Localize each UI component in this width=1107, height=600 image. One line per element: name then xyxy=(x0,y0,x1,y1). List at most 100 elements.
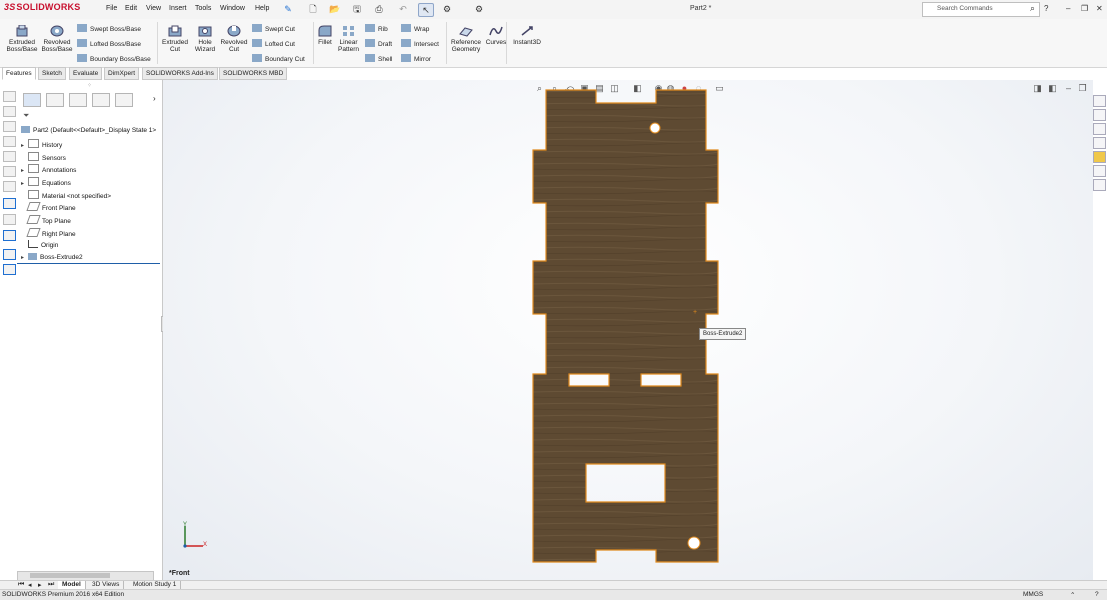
tab-solidworks-mbd[interactable]: SOLIDWORKS MBD xyxy=(219,67,288,80)
curves-button[interactable]: Curves xyxy=(485,25,507,46)
options-icon[interactable]: ⚙ xyxy=(472,3,486,15)
revolved-cut-button[interactable]: Revolved Cut xyxy=(219,25,249,53)
mounting-hole[interactable] xyxy=(649,122,661,134)
close-icon[interactable]: ✕ xyxy=(1096,4,1103,13)
featuremanager-tab-icon[interactable] xyxy=(23,93,41,107)
hole-wizard-button[interactable]: Hole Wizard xyxy=(191,25,219,53)
expand-icon[interactable]: ▸ xyxy=(21,180,28,187)
dimxpertmanager-tab-icon[interactable] xyxy=(92,93,110,107)
rollback-bar[interactable] xyxy=(17,263,160,264)
open-icon[interactable]: 📂 xyxy=(328,3,342,15)
home-icon[interactable] xyxy=(1093,95,1106,107)
scroll-next-icon[interactable]: ▸ xyxy=(38,581,42,589)
viewport-minimize-icon[interactable]: – xyxy=(1063,83,1074,93)
menu-window[interactable]: Window xyxy=(220,5,245,12)
sketch-icon[interactable] xyxy=(3,198,16,209)
tab-model[interactable]: Model xyxy=(58,581,86,589)
save-icon[interactable]: 🖫 xyxy=(350,3,364,15)
tree-item-annotations[interactable]: ▸ Annotations xyxy=(21,164,76,174)
expand-icon[interactable]: ▸ xyxy=(21,254,28,261)
tree-item-origin[interactable]: Origin xyxy=(21,240,58,249)
scroll-last-icon[interactable]: ⏭ xyxy=(48,581,54,589)
chevron-right-icon[interactable]: › xyxy=(153,94,156,103)
appearances-icon[interactable] xyxy=(1093,151,1106,163)
tab-sketch[interactable]: Sketch xyxy=(38,67,66,80)
fillet-button[interactable]: Fillet xyxy=(315,25,335,46)
units-dropdown-icon[interactable]: ⌃ xyxy=(1070,591,1075,599)
strip-icon[interactable] xyxy=(3,214,16,225)
revolved-boss-base-button[interactable]: Revolved Boss/Base xyxy=(40,25,74,53)
viewport-tile-icon[interactable]: ◧ xyxy=(1047,83,1058,93)
mirror-button[interactable]: Mirror xyxy=(401,54,431,63)
new-document-icon[interactable]: 🗋 xyxy=(306,3,320,15)
search-icon[interactable]: ⌕ xyxy=(1030,3,1035,14)
rib-button[interactable]: Rib xyxy=(365,24,388,33)
scroll-first-icon[interactable]: ⏮ xyxy=(18,581,24,589)
lofted-cut-button[interactable]: Lofted Cut xyxy=(252,39,295,48)
rebuild-icon[interactable]: ⚙ xyxy=(440,3,454,15)
tree-item-top-plane[interactable]: Top Plane xyxy=(21,215,71,225)
menu-file[interactable]: File xyxy=(106,5,117,12)
menu-insert[interactable]: Insert xyxy=(169,5,187,12)
extruded-boss-base-button[interactable]: Extruded Boss/Base xyxy=(4,25,40,53)
swept-boss-base-button[interactable]: Swept Boss/Base xyxy=(77,24,141,33)
custom-properties-icon[interactable] xyxy=(1093,165,1106,177)
expand-icon[interactable]: ▸ xyxy=(21,142,28,149)
extruded-cut-button[interactable]: Extruded Cut xyxy=(160,25,190,53)
scroll-prev-icon[interactable]: ◂ xyxy=(28,581,32,589)
tab-motion-study-1[interactable]: Motion Study 1 xyxy=(129,581,182,589)
displaymanager-tab-icon[interactable] xyxy=(115,93,133,107)
intersect-button[interactable]: Intersect xyxy=(401,39,439,48)
propertymanager-tab-icon[interactable] xyxy=(46,93,64,107)
configurationmanager-tab-icon[interactable] xyxy=(69,93,87,107)
tab-solidworks-add-ins[interactable]: SOLIDWORKS Add-Ins xyxy=(142,67,218,80)
instant3d-button[interactable]: Instant3D xyxy=(511,25,543,46)
filter-icon[interactable]: ⏷ xyxy=(23,111,29,121)
file-explorer-icon[interactable] xyxy=(1093,137,1106,149)
tree-item-history[interactable]: ▸ History xyxy=(21,139,62,149)
panel-grip-icon[interactable]: ⁘ xyxy=(87,82,92,89)
menu-edit[interactable]: Edit xyxy=(125,5,137,12)
mounting-hole[interactable] xyxy=(687,536,701,550)
select-icon[interactable]: ↖ xyxy=(418,3,434,17)
expand-icon[interactable]: ▸ xyxy=(21,167,28,174)
boundary-cut-button[interactable]: Boundary Cut xyxy=(252,54,305,63)
solidworks-logo[interactable]: 3SSOLIDWORKS xyxy=(4,2,80,12)
tree-root[interactable]: Part2 (Default<<Default>_Display State 1… xyxy=(21,126,156,134)
display-icon[interactable] xyxy=(3,230,16,241)
menu-view[interactable]: View xyxy=(146,5,161,12)
lofted-boss-base-button[interactable]: Lofted Boss/Base xyxy=(77,39,141,48)
tree-item-material[interactable]: Material <not specified> xyxy=(21,190,111,200)
tab-3d-views[interactable]: 3D Views xyxy=(88,581,125,589)
resources-icon[interactable] xyxy=(1093,109,1106,121)
search-commands[interactable]: Search Commands ⌕ xyxy=(922,2,1040,17)
viewport-restore-icon[interactable]: ❐ xyxy=(1077,83,1088,93)
restore-icon[interactable]: ❐ xyxy=(1081,4,1088,13)
undo-icon[interactable]: ↶ xyxy=(396,3,410,15)
reference-geometry-button[interactable]: Reference Geometry xyxy=(449,25,483,53)
boundary-boss-base-button[interactable]: Boundary Boss/Base xyxy=(77,54,151,63)
graphics-viewport[interactable]: ⌕ ⌕ ⤺ ▣ ▤ ◫ ◧ ◉ ◍ ● ◌ ▭ ◨ ◧ – ❐ + Boss-E… xyxy=(163,80,1093,580)
strip-icon[interactable] xyxy=(3,91,16,102)
help-icon[interactable]: ? xyxy=(1095,591,1099,598)
menu-tools[interactable]: Tools xyxy=(195,5,211,12)
component-icon[interactable] xyxy=(3,249,16,260)
tab-dimxpert[interactable]: DimXpert xyxy=(104,67,140,80)
strip-icon[interactable] xyxy=(3,136,16,147)
menu-help[interactable]: Help xyxy=(255,5,269,12)
strip-icon[interactable] xyxy=(3,181,16,192)
strip-icon[interactable] xyxy=(3,106,16,117)
design-library-icon[interactable] xyxy=(1093,123,1106,135)
swept-cut-button[interactable]: Swept Cut xyxy=(252,24,295,33)
part-model[interactable]: + xyxy=(531,88,721,568)
units-selector[interactable]: MMGS xyxy=(1023,591,1043,598)
plate-outline[interactable] xyxy=(532,89,719,563)
tree-item-front-plane[interactable]: Front Plane xyxy=(21,202,76,212)
wrap-button[interactable]: Wrap xyxy=(401,24,429,33)
print-icon[interactable]: ⎙ xyxy=(372,3,386,15)
tree-item-boss-extrude2[interactable]: ▸ Boss-Extrude2 xyxy=(21,253,83,261)
tree-item-sensors[interactable]: Sensors xyxy=(21,152,66,162)
tab-evaluate[interactable]: Evaluate xyxy=(69,67,103,80)
shell-button[interactable]: Shell xyxy=(365,54,392,63)
view-icon[interactable] xyxy=(3,264,16,275)
